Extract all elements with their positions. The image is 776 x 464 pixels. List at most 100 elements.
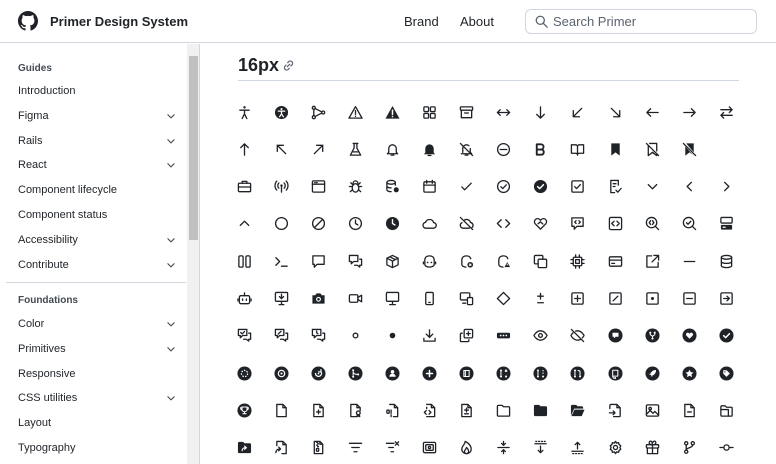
accessibility-icon[interactable] bbox=[226, 94, 262, 130]
device-camera-video-icon[interactable] bbox=[337, 281, 373, 317]
feed-pull-request-open-icon[interactable] bbox=[560, 355, 596, 391]
feed-heart-icon[interactable] bbox=[671, 318, 707, 354]
file-moved-icon[interactable] bbox=[597, 392, 633, 428]
bug-icon[interactable] bbox=[337, 169, 373, 205]
chevron-down-icon[interactable] bbox=[166, 111, 176, 124]
search-box[interactable] bbox=[525, 9, 757, 34]
check-icon[interactable] bbox=[449, 169, 485, 205]
ellipsis-icon[interactable] bbox=[486, 318, 522, 354]
sidebar-item-layout[interactable]: Layout bbox=[18, 417, 176, 429]
codescan-icon[interactable] bbox=[634, 206, 670, 242]
file-icon[interactable] bbox=[263, 392, 299, 428]
database-icon[interactable] bbox=[708, 243, 744, 279]
checklist-icon[interactable] bbox=[597, 169, 633, 205]
sidebar-item-react[interactable]: React bbox=[18, 159, 176, 171]
check-circle-fill-icon[interactable] bbox=[523, 169, 559, 205]
dot-fill-icon[interactable] bbox=[374, 318, 410, 354]
git-commit-icon[interactable] bbox=[708, 430, 744, 464]
nav-link-brand[interactable]: Brand bbox=[404, 14, 439, 29]
feed-merged-icon[interactable] bbox=[337, 355, 373, 391]
feed-issue-open-icon[interactable] bbox=[263, 355, 299, 391]
dash-icon[interactable] bbox=[671, 243, 707, 279]
arrow-down-left-icon[interactable] bbox=[560, 94, 596, 130]
accessibility-inset-icon[interactable] bbox=[263, 94, 299, 130]
fold-down-icon[interactable] bbox=[523, 430, 559, 464]
bold-icon[interactable] bbox=[523, 131, 559, 167]
file-binary-icon[interactable] bbox=[374, 392, 410, 428]
cross-reference-icon[interactable] bbox=[634, 243, 670, 279]
cpu-icon[interactable] bbox=[560, 243, 596, 279]
flame-icon[interactable] bbox=[449, 430, 485, 464]
chevron-down-icon[interactable] bbox=[166, 319, 176, 332]
code-square-icon[interactable] bbox=[597, 206, 633, 242]
discussion-closed-icon[interactable] bbox=[226, 318, 262, 354]
sidebar-item-accessibility[interactable]: Accessibility bbox=[18, 234, 176, 246]
feed-plus-icon[interactable] bbox=[412, 355, 448, 391]
chevron-down-icon[interactable] bbox=[166, 260, 176, 273]
alert-fill-icon[interactable] bbox=[374, 94, 410, 130]
arrow-up-left-icon[interactable] bbox=[263, 131, 299, 167]
fold-up-icon[interactable] bbox=[560, 430, 596, 464]
arrow-right-icon[interactable] bbox=[671, 94, 707, 130]
bell-fill-icon[interactable] bbox=[412, 131, 448, 167]
dependabot-icon[interactable] bbox=[226, 281, 262, 317]
check-circle-icon[interactable] bbox=[486, 169, 522, 205]
sidebar-item-rails[interactable]: Rails bbox=[18, 135, 176, 147]
calendar-icon[interactable] bbox=[412, 169, 448, 205]
chevron-down-icon[interactable] bbox=[166, 160, 176, 173]
search-input[interactable] bbox=[553, 12, 751, 31]
comment-icon[interactable] bbox=[300, 243, 336, 279]
file-directory-icon[interactable] bbox=[486, 392, 522, 428]
copilot-error-icon[interactable] bbox=[449, 243, 485, 279]
bell-slash-icon[interactable] bbox=[449, 131, 485, 167]
feed-rocket-icon[interactable] bbox=[634, 355, 670, 391]
sidebar-item-component-lifecycle[interactable]: Component lifecycle bbox=[18, 184, 176, 196]
arrow-switch-icon[interactable] bbox=[708, 94, 744, 130]
circle-icon[interactable] bbox=[263, 206, 299, 242]
file-media-icon[interactable] bbox=[634, 392, 670, 428]
blocked-icon[interactable] bbox=[486, 131, 522, 167]
diamond-icon[interactable] bbox=[486, 281, 522, 317]
feed-public-icon[interactable] bbox=[449, 355, 485, 391]
sidebar-scrollbar-thumb[interactable] bbox=[189, 56, 198, 240]
eye-closed-icon[interactable] bbox=[560, 318, 596, 354]
browser-icon[interactable] bbox=[300, 169, 336, 205]
devices-icon[interactable] bbox=[449, 281, 485, 317]
cache-icon[interactable] bbox=[374, 169, 410, 205]
file-submodule-icon[interactable] bbox=[708, 392, 744, 428]
git-branch-icon[interactable] bbox=[671, 430, 707, 464]
copilot-icon[interactable] bbox=[412, 243, 448, 279]
fiscal-host-icon[interactable] bbox=[412, 430, 448, 464]
feed-issue-closed-icon[interactable] bbox=[708, 318, 744, 354]
bookmark-fill-icon[interactable] bbox=[597, 131, 633, 167]
file-code-icon[interactable] bbox=[412, 392, 448, 428]
copy-icon[interactable] bbox=[523, 243, 559, 279]
arrow-up-icon[interactable] bbox=[226, 131, 262, 167]
code-of-conduct-icon[interactable] bbox=[523, 206, 559, 242]
chevron-right-icon[interactable] bbox=[708, 169, 744, 205]
file-directory-symlink-icon[interactable] bbox=[226, 430, 262, 464]
feed-issue-draft-icon[interactable] bbox=[226, 355, 262, 391]
code-review-icon[interactable] bbox=[560, 206, 596, 242]
feed-trophy-icon[interactable] bbox=[226, 392, 262, 428]
copilot-warning-icon[interactable] bbox=[486, 243, 522, 279]
gear-icon[interactable] bbox=[597, 430, 633, 464]
bookmark-slash-icon[interactable] bbox=[634, 131, 670, 167]
chevron-left-icon[interactable] bbox=[671, 169, 707, 205]
bell-icon[interactable] bbox=[374, 131, 410, 167]
feed-star-icon[interactable] bbox=[671, 355, 707, 391]
duplicate-icon[interactable] bbox=[449, 318, 485, 354]
circle-slash-icon[interactable] bbox=[300, 206, 336, 242]
device-mobile-icon[interactable] bbox=[412, 281, 448, 317]
cloud-offline-icon[interactable] bbox=[449, 206, 485, 242]
diff-added-icon[interactable] bbox=[560, 281, 596, 317]
file-symlink-icon[interactable] bbox=[263, 430, 299, 464]
file-diff-icon[interactable] bbox=[449, 392, 485, 428]
device-desktop-icon[interactable] bbox=[374, 281, 410, 317]
eye-icon[interactable] bbox=[523, 318, 559, 354]
file-removed-icon[interactable] bbox=[671, 392, 707, 428]
chevron-down-icon[interactable] bbox=[166, 235, 176, 248]
file-zip-icon[interactable] bbox=[300, 430, 336, 464]
briefcase-icon[interactable] bbox=[226, 169, 262, 205]
gift-icon[interactable] bbox=[634, 430, 670, 464]
